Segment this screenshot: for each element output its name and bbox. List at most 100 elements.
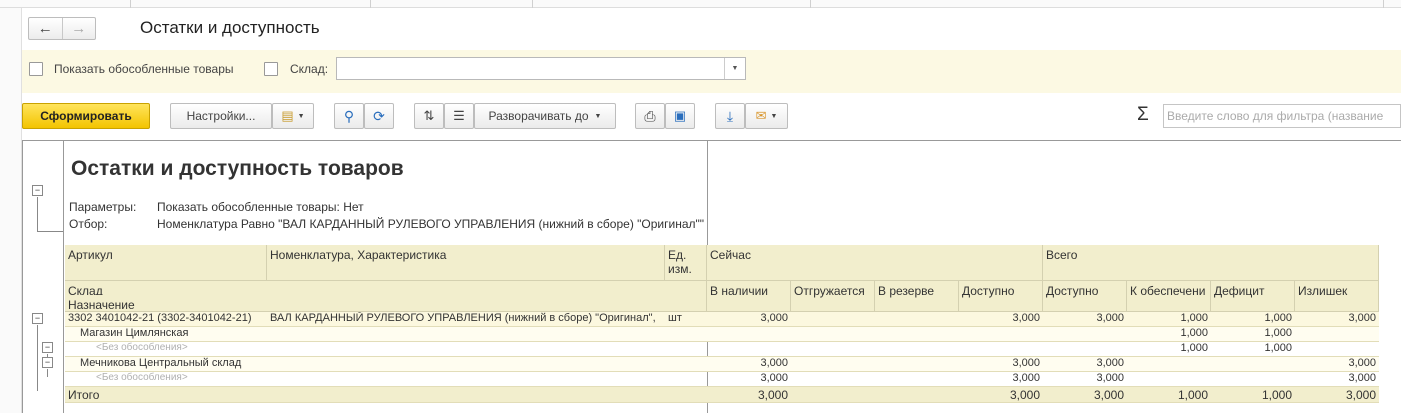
row-available: 3,000 — [1012, 357, 1040, 369]
filter-label: Отбор: — [69, 217, 108, 231]
chevron-down-icon: ▼ — [770, 112, 778, 120]
table-row: Магазин Цимлянская 1,000 1,000 — [65, 327, 1379, 342]
report-title: Остатки и доступность товаров — [71, 157, 404, 180]
row-warehouse: Мечникова Центральный склад — [80, 357, 242, 369]
top-tabs-strip — [0, 0, 1401, 8]
print-preview-icon: ▣ — [673, 108, 687, 123]
sort-ascending-icon: ⇅ — [423, 108, 435, 123]
header-to-provide: К обеспечени — [1127, 281, 1211, 312]
navigation-buttons: ← → — [28, 17, 96, 40]
collapse-icon[interactable]: − — [42, 357, 53, 368]
left-panel — [0, 8, 22, 413]
item-article: 3302 3401042-21 (3302-3401042-21) — [68, 312, 252, 324]
row-purpose: <Без обособления> — [96, 342, 188, 353]
warehouse-label: Склад: — [290, 62, 329, 76]
collapse-icon[interactable]: − — [42, 342, 53, 353]
header-total: Всего — [1043, 245, 1379, 281]
filter-value: Номенклатура Равно "ВАЛ КАРДАННЫЙ РУЛЕВО… — [157, 217, 705, 231]
expand-to-button[interactable]: Разворачивать до ▼ — [474, 103, 616, 129]
collapse-icon[interactable]: − — [32, 185, 43, 196]
generate-button[interactable]: Сформировать — [22, 103, 150, 129]
variant-menu-button[interactable]: ▤ ▼ — [272, 103, 314, 129]
total-to-provide: 1,000 — [1177, 388, 1208, 402]
row-to-provide: 1,000 — [1180, 327, 1208, 339]
header-in-stock: В наличии — [707, 281, 791, 312]
header-shipping: Отгружается — [791, 281, 875, 312]
download-icon: ⤓ — [726, 107, 734, 124]
header-now: Сейчас — [707, 245, 1043, 281]
search-input[interactable]: Введите слово для фильтра (название — [1163, 104, 1401, 128]
row-deficit: 1,000 — [1264, 327, 1292, 339]
header-available: Доступно — [959, 281, 1043, 312]
search-icon: ⚲ — [343, 107, 355, 124]
item-available-total: 3,000 — [1096, 312, 1124, 324]
dropdown-arrow-icon[interactable]: ▼ — [724, 58, 745, 79]
row-available: 3,000 — [1012, 372, 1040, 384]
header-nomenclature: Номенклатура, Характеристика — [267, 245, 665, 281]
row-purpose: <Без обособления> — [96, 372, 188, 383]
header-surplus: Излишек — [1295, 281, 1379, 312]
sort-descending-icon: ☰ — [453, 108, 465, 123]
total-deficit: 1,000 — [1261, 388, 1292, 402]
show-separated-checkbox[interactable] — [29, 62, 43, 76]
total-available-total: 3,000 — [1093, 388, 1124, 402]
show-separated-label: Показать обособленные товары — [54, 62, 234, 76]
preview-button[interactable]: ▣ — [665, 103, 695, 129]
table-row: <Без обособления> 3,000 3,000 3,000 3,00… — [65, 372, 1379, 387]
header-purpose: Назначение — [65, 295, 707, 312]
row-deficit: 1,000 — [1264, 342, 1292, 354]
table-row: Мечникова Центральный склад 3,000 3,000 … — [65, 357, 1379, 372]
send-button[interactable]: ✉ ▼ — [745, 103, 788, 129]
item-in-stock: 3,000 — [760, 312, 788, 324]
item-surplus: 3,000 — [1348, 312, 1376, 324]
params-label: Параметры: — [69, 200, 137, 214]
row-available-total: 3,000 — [1096, 357, 1124, 369]
forward-button[interactable]: → — [61, 18, 96, 39]
row-in-stock: 3,000 — [760, 357, 788, 369]
envelope-icon: ✉ — [755, 108, 767, 123]
total-label: Итого — [68, 388, 100, 402]
row-to-provide: 1,000 — [1180, 342, 1208, 354]
print-button[interactable]: ⎙ — [635, 103, 665, 129]
search-next-icon: ⟳ — [373, 107, 385, 124]
sort-asc-button[interactable]: ⇅ — [414, 103, 444, 129]
window-title: Остатки и доступность — [140, 18, 320, 37]
printer-icon: ⎙ — [644, 107, 656, 124]
row-available-total: 3,000 — [1096, 372, 1124, 384]
warehouse-field[interactable]: ▼ — [336, 57, 746, 80]
warehouse-checkbox[interactable] — [264, 62, 278, 76]
header-available-total: Доступно — [1043, 281, 1127, 312]
report-area: − Остатки и доступность товаров Параметр… — [22, 140, 1401, 413]
collapse-icon[interactable]: − — [32, 313, 43, 324]
header-article: Артикул — [65, 245, 267, 281]
row-surplus: 3,000 — [1348, 372, 1376, 384]
item-to-provide: 1,000 — [1180, 312, 1208, 324]
back-button[interactable]: ← — [29, 18, 62, 39]
item-name: ВАЛ КАРДАННЫЙ РУЛЕВОГО УПРАВЛЕНИЯ (нижни… — [270, 312, 656, 324]
chevron-down-icon: ▼ — [594, 112, 602, 120]
item-available: 3,000 — [1012, 312, 1040, 324]
header-reserved: В резерве — [875, 281, 959, 312]
table-row: 3302 3401042-21 (3302-3401042-21) ВАЛ КА… — [65, 312, 1379, 327]
total-in-stock: 3,000 — [757, 388, 788, 402]
total-row: Итого 3,000 3,000 3,000 1,000 1,000 3,00… — [65, 387, 1379, 403]
sum-icon[interactable]: Σ — [1137, 104, 1149, 126]
find-button[interactable]: ⚲ — [334, 103, 364, 129]
expand-to-label: Разворачивать до — [488, 109, 589, 123]
params-value: Показать обособленные товары: Нет — [157, 200, 364, 214]
total-surplus: 3,000 — [1345, 388, 1376, 402]
grouping-gutter — [23, 141, 64, 413]
row-warehouse: Магазин Цимлянская — [80, 327, 189, 339]
chevron-down-icon: ▼ — [297, 112, 305, 120]
item-deficit: 1,000 — [1264, 312, 1292, 324]
settings-button[interactable]: Настройки... — [170, 103, 272, 129]
total-available: 3,000 — [1009, 388, 1040, 402]
sort-desc-button[interactable]: ☰ — [444, 103, 474, 129]
row-surplus: 3,000 — [1348, 357, 1376, 369]
header-deficit: Дефицит — [1211, 281, 1295, 312]
find-next-button[interactable]: ⟳ — [364, 103, 394, 129]
header-unit: Ед. изм. — [665, 245, 707, 281]
item-unit: шт — [668, 312, 682, 324]
table-row: <Без обособления> 1,000 1,000 — [65, 342, 1379, 357]
save-button[interactable]: ⤓ — [715, 103, 745, 129]
